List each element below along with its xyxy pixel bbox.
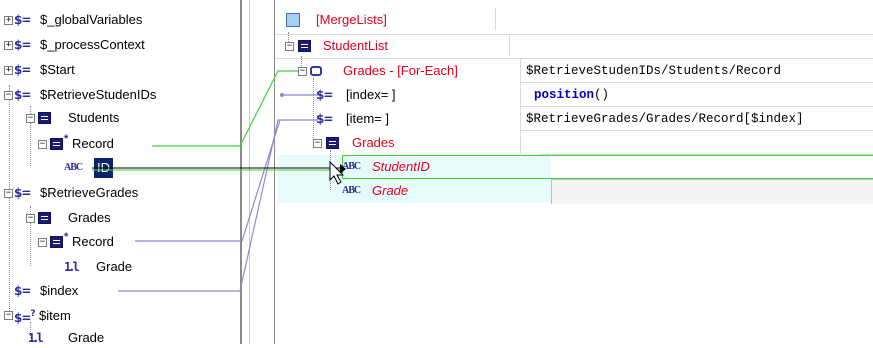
mapper-window: + $= $_globalVariables + $= $_processCon… (0, 0, 873, 345)
link-record-to-item (135, 119, 281, 242)
mapping-links (92, 70, 346, 292)
link-record-to-foreach (152, 70, 298, 147)
link-dot (280, 93, 284, 97)
